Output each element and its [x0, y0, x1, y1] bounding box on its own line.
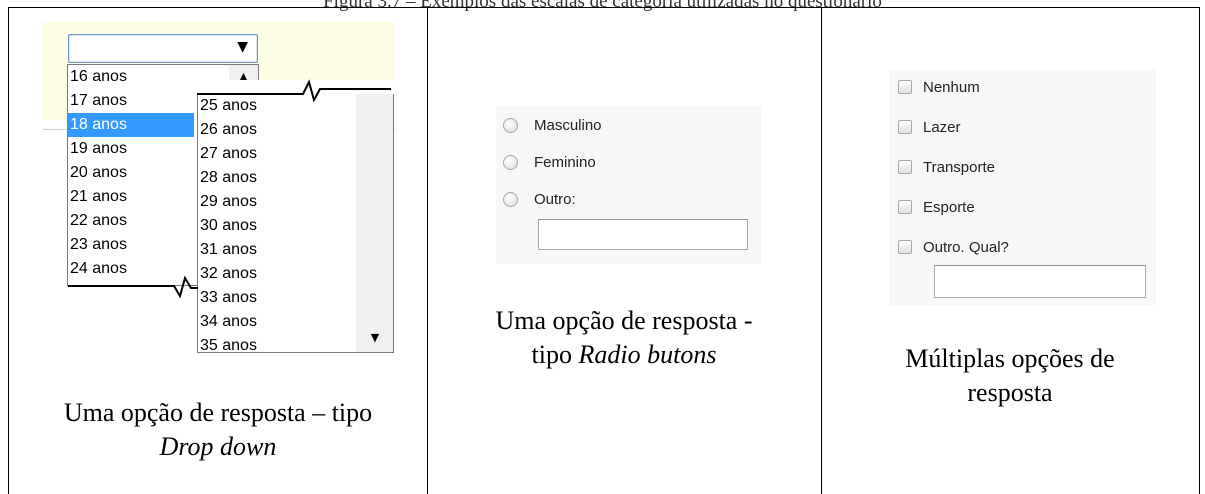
- checkbox-option-outro[interactable]: Outro. Qual?: [898, 237, 1009, 257]
- table-top-border: [8, 7, 1200, 8]
- caption-line-italic: Drop down: [159, 432, 277, 461]
- caption-line: Uma opção de resposta – tipo: [63, 398, 373, 427]
- radio-caption: Uma opção de resposta - tipo Radio buton…: [428, 304, 820, 372]
- table-divider-1: [427, 7, 428, 494]
- checkbox[interactable]: [898, 160, 912, 174]
- checkbox-option-esporte[interactable]: Esporte: [898, 197, 975, 217]
- table-divider-2: [821, 7, 822, 494]
- checkbox[interactable]: [898, 200, 912, 214]
- age-select[interactable]: ▼: [68, 34, 258, 63]
- radio-other-input[interactable]: [538, 219, 748, 250]
- radio-label: Feminino: [534, 153, 596, 171]
- checkbox-option-nenhum[interactable]: Nenhum: [898, 77, 980, 97]
- checkbox-other-input[interactable]: [934, 265, 1146, 298]
- radio-option-masculino[interactable]: Masculino: [503, 115, 602, 135]
- checkbox-label: Outro. Qual?: [923, 238, 1009, 256]
- radio-button[interactable]: [503, 191, 518, 207]
- radio-button[interactable]: [503, 117, 518, 133]
- torn-edge-top-line: [197, 79, 391, 103]
- checkbox-label: Lazer: [923, 118, 961, 136]
- caption-line: tipo: [531, 340, 579, 369]
- checkbox-caption: Múltiplas opções de resposta: [822, 342, 1198, 410]
- dropdown-option[interactable]: 18 anos: [68, 113, 194, 137]
- radio-button[interactable]: [503, 154, 518, 170]
- chevron-down-icon[interactable]: ▼: [237, 39, 248, 55]
- checkbox-label: Transporte: [923, 158, 995, 176]
- dropdown-caption: Uma opção de resposta – tipo Drop down: [10, 396, 426, 464]
- caption-line: Múltiplas opções de: [905, 344, 1115, 373]
- checkbox-option-transporte[interactable]: Transporte: [898, 157, 995, 177]
- checkbox-option-lazer[interactable]: Lazer: [898, 117, 961, 137]
- dropdown-option[interactable]: 19 anos: [68, 137, 194, 161]
- torn-edge-bottom-line: [68, 275, 198, 299]
- caption-line: resposta: [967, 378, 1053, 407]
- caption-line: Uma opção de resposta -: [495, 306, 753, 335]
- table-border-right: [1199, 7, 1200, 494]
- checkbox[interactable]: [898, 240, 912, 254]
- dropdown-option[interactable]: 20 anos: [68, 161, 194, 185]
- radio-option-feminino[interactable]: Feminino: [503, 152, 596, 172]
- checkbox-label: Nenhum: [923, 78, 980, 96]
- radio-option-outro[interactable]: Outro:: [503, 189, 576, 209]
- table-border-left: [8, 7, 9, 494]
- dropdown-option[interactable]: 16 anos: [68, 65, 194, 89]
- radio-label: Outro:: [534, 190, 576, 208]
- dropdown-option[interactable]: 21 anos: [68, 185, 194, 209]
- radio-label: Masculino: [534, 116, 602, 134]
- caption-line-italic: Radio butons: [578, 340, 717, 369]
- checkbox[interactable]: [898, 120, 912, 134]
- dropdown-option[interactable]: 17 anos: [68, 89, 194, 113]
- scroll-down-icon[interactable]: ▼: [358, 326, 392, 350]
- checkbox[interactable]: [898, 80, 912, 94]
- checkbox-label: Esporte: [923, 198, 975, 216]
- dropdown-option[interactable]: 22 anos: [68, 209, 194, 233]
- dropdown-option[interactable]: 23 anos: [68, 233, 194, 257]
- scrollbar-track[interactable]: [356, 94, 393, 352]
